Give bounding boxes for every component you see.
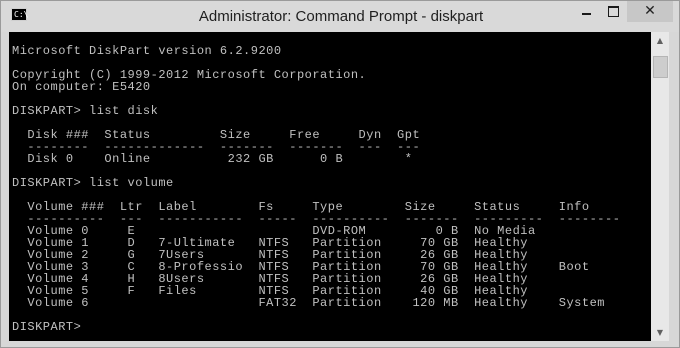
scroll-up-icon[interactable]: ▲ [651,32,669,49]
console-output[interactable]: Microsoft DiskPart version 6.2.9200 Copy… [9,32,651,341]
console-line: DISKPART> list volume [12,176,174,190]
title-bar[interactable]: Administrator: Command Prompt - diskpart… [1,1,679,32]
console-prompt[interactable]: DISKPART> [12,321,89,333]
maximize-button[interactable] [600,1,627,22]
close-icon: ✕ [644,3,656,19]
minimize-icon [582,13,591,15]
app-icon-glyph: C:\ [14,10,29,19]
console-line: On computer: E5420 [12,80,151,94]
scroll-thumb[interactable] [653,56,668,78]
console-line: Disk 0 Online 232 GB 0 B * [12,152,413,166]
minimize-button[interactable] [573,1,600,22]
command-prompt-icon[interactable]: C:\ [11,8,29,21]
close-button[interactable]: ✕ [627,1,673,22]
window-frame-right [669,32,679,341]
command-prompt-window: Administrator: Command Prompt - diskpart… [0,0,680,348]
console-line: Microsoft DiskPart version 6.2.9200 [12,44,282,58]
console-line: Volume 6 FAT32 Partition 120 MB Healthy … [12,296,605,310]
maximize-icon [608,6,619,17]
vertical-scrollbar[interactable]: ▲ ▼ [651,32,669,341]
console-line: DISKPART> list disk [12,104,159,118]
scroll-down-icon[interactable]: ▼ [651,324,669,341]
